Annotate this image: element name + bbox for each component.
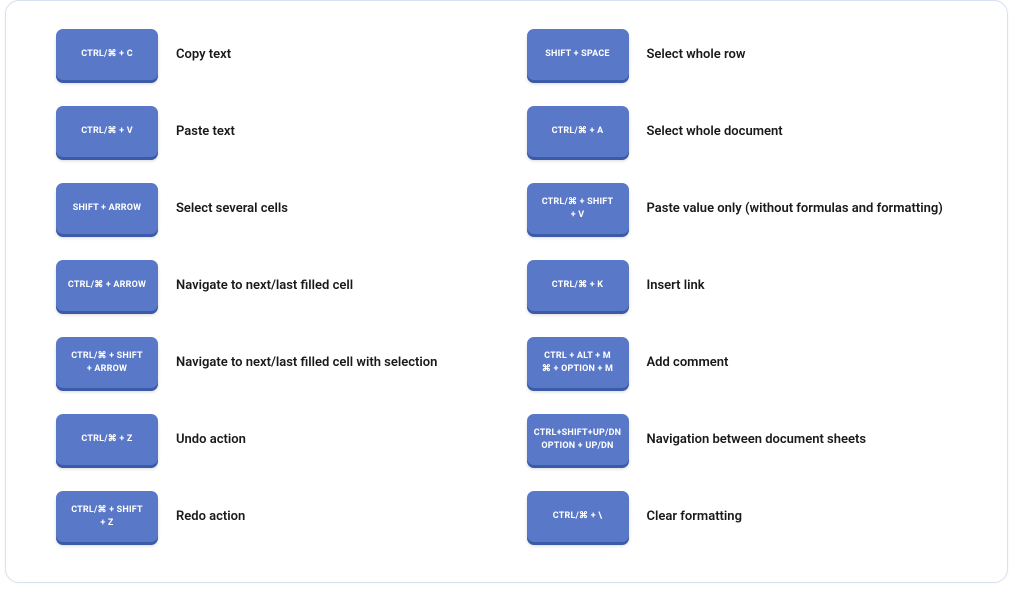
key-text: CTRL/⌘ + SHIFT [542, 196, 614, 209]
key-badge: CTRL+SHIFT+UP/DN OPTION + UP/DN [527, 414, 629, 465]
columns-wrapper: CTRL/⌘ + C Copy text CTRL/⌘ + V Paste te… [56, 29, 957, 542]
shortcut-desc: Navigate to next/last filled cell [176, 277, 353, 295]
left-column: CTRL/⌘ + C Copy text CTRL/⌘ + V Paste te… [56, 29, 487, 542]
key-badge: CTRL/⌘ + SHIFT + V [527, 183, 629, 234]
shortcut-row: CTRL+SHIFT+UP/DN OPTION + UP/DN Navigati… [527, 414, 958, 465]
shortcut-row: SHIFT + ARROW Select several cells [56, 183, 487, 234]
shortcut-desc: Add comment [647, 354, 729, 372]
shortcut-desc: Navigation between document sheets [647, 431, 867, 449]
shortcut-row: CTRL/⌘ + \ Clear formatting [527, 491, 958, 542]
shortcut-row: CTRL/⌘ + C Copy text [56, 29, 487, 80]
key-text: CTRL/⌘ + C [81, 48, 133, 61]
shortcut-row: CTRL/⌘ + SHIFT + Z Redo action [56, 491, 487, 542]
shortcut-row: SHIFT + SPACE Select whole row [527, 29, 958, 80]
key-text: CTRL + ALT + M [544, 350, 611, 363]
key-text: CTRL+SHIFT+UP/DN [534, 427, 621, 440]
shortcut-desc: Insert link [647, 277, 705, 295]
shortcut-desc: Paste text [176, 123, 235, 141]
key-badge: CTRL/⌘ + C [56, 29, 158, 80]
key-text: SHIFT + SPACE [545, 48, 609, 61]
shortcut-row: CTRL/⌘ + SHIFT + ARROW Navigate to next/… [56, 337, 487, 388]
right-column: SHIFT + SPACE Select whole row CTRL/⌘ + … [527, 29, 958, 542]
shortcut-desc: Undo action [176, 431, 246, 449]
key-text: + V [571, 209, 585, 222]
key-badge: CTRL/⌘ + ARROW [56, 260, 158, 311]
shortcut-row: CTRL/⌘ + Z Undo action [56, 414, 487, 465]
key-badge: CTRL/⌘ + \ [527, 491, 629, 542]
key-text: SHIFT + ARROW [73, 202, 142, 215]
key-text: CTRL/⌘ + V [81, 125, 133, 138]
shortcut-row: CTRL/⌘ + A Select whole document [527, 106, 958, 157]
key-badge: CTRL/⌘ + V [56, 106, 158, 157]
key-badge: SHIFT + SPACE [527, 29, 629, 80]
shortcut-desc: Copy text [176, 46, 231, 64]
key-text: CTRL/⌘ + \ [553, 510, 602, 523]
shortcut-row: CTRL/⌘ + ARROW Navigate to next/last fil… [56, 260, 487, 311]
shortcut-desc: Paste value only (without formulas and f… [647, 200, 943, 218]
shortcut-desc: Redo action [176, 508, 245, 526]
key-text: CTRL/⌘ + SHIFT [71, 504, 143, 517]
key-text: OPTION + UP/DN [541, 440, 613, 453]
key-badge: CTRL/⌘ + SHIFT + Z [56, 491, 158, 542]
shortcut-row: CTRL/⌘ + SHIFT + V Paste value only (wit… [527, 183, 958, 234]
key-badge: CTRL/⌘ + K [527, 260, 629, 311]
key-text: + Z [100, 517, 113, 530]
key-text: + ARROW [87, 363, 127, 376]
key-badge: CTRL/⌘ + Z [56, 414, 158, 465]
key-text: CTRL/⌘ + Z [81, 433, 132, 446]
shortcut-desc: Clear formatting [647, 508, 742, 526]
shortcut-desc: Select several cells [176, 200, 288, 218]
shortcuts-card: CTRL/⌘ + C Copy text CTRL/⌘ + V Paste te… [5, 0, 1008, 583]
key-text: CTRL/⌘ + ARROW [68, 279, 146, 292]
key-text: ⌘ + OPTION + M [542, 363, 613, 376]
shortcut-desc: Select whole document [647, 123, 783, 141]
shortcut-row: CTRL/⌘ + V Paste text [56, 106, 487, 157]
key-badge: CTRL/⌘ + SHIFT + ARROW [56, 337, 158, 388]
shortcut-desc: Navigate to next/last filled cell with s… [176, 354, 437, 372]
key-badge: SHIFT + ARROW [56, 183, 158, 234]
key-badge: CTRL + ALT + M ⌘ + OPTION + M [527, 337, 629, 388]
key-text: CTRL/⌘ + SHIFT [71, 350, 143, 363]
key-badge: CTRL/⌘ + A [527, 106, 629, 157]
shortcut-row: CTRL + ALT + M ⌘ + OPTION + M Add commen… [527, 337, 958, 388]
shortcut-row: CTRL/⌘ + K Insert link [527, 260, 958, 311]
shortcut-desc: Select whole row [647, 46, 746, 64]
key-text: CTRL/⌘ + K [552, 279, 603, 292]
key-text: CTRL/⌘ + A [552, 125, 604, 138]
